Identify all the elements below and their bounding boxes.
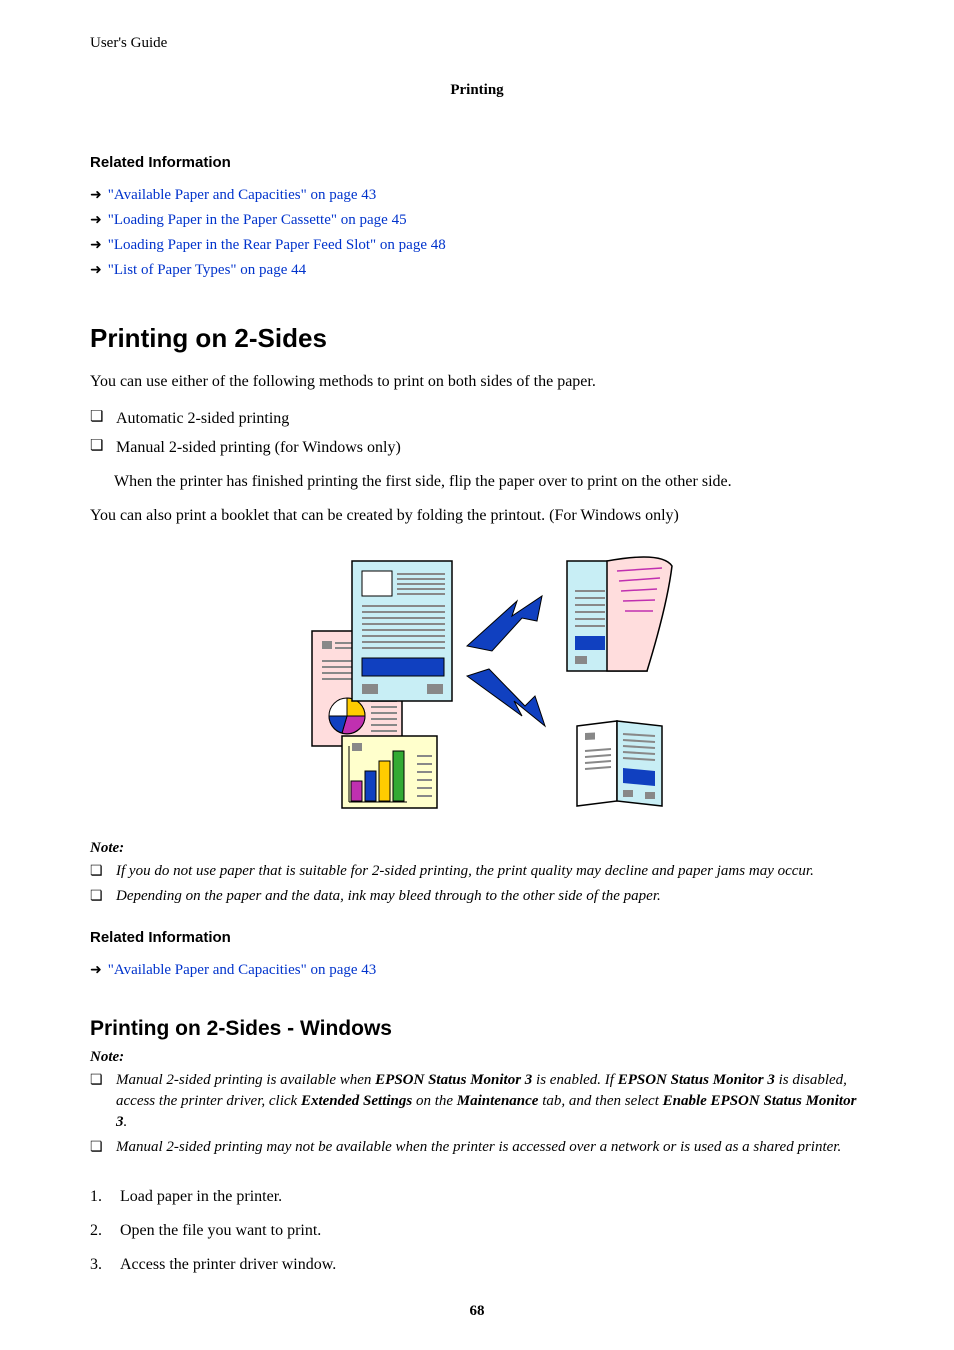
methods-list: Automatic 2-sided printing Manual 2-side… <box>90 404 864 462</box>
link-loading-rear-slot[interactable]: "Loading Paper in the Rear Paper Feed Sl… <box>90 233 864 258</box>
method-automatic: Automatic 2-sided printing <box>90 404 864 433</box>
note-heading-2: Note: <box>90 1049 864 1066</box>
note-item-status-monitor: Manual 2-sided printing is available whe… <box>90 1068 864 1135</box>
related-information-heading: Related Information <box>90 154 864 171</box>
related-information-heading-2: Related Information <box>90 929 864 946</box>
header-guide-title: User's Guide <box>90 35 864 52</box>
heading-printing-2-sides-windows: Printing on 2-Sides - Windows <box>90 1017 864 1041</box>
step-load-paper: Load paper in the printer. <box>90 1180 864 1214</box>
note-item-quality: If you do not use paper that is suitable… <box>90 859 864 884</box>
note-list-2: Manual 2-sided printing is available whe… <box>90 1068 864 1160</box>
two-sided-printing-figure <box>267 546 687 816</box>
note-item-network: Manual 2-sided printing may not be avail… <box>90 1135 864 1160</box>
header-section-title: Printing <box>90 82 864 99</box>
link-available-paper[interactable]: "Available Paper and Capacities" on page… <box>90 183 864 208</box>
steps-list: Load paper in the printer. Open the file… <box>90 1180 864 1282</box>
heading-printing-2-sides: Printing on 2-Sides <box>90 323 864 354</box>
note-item-bleed: Depending on the paper and the data, ink… <box>90 884 864 909</box>
intro-paragraph: You can use either of the following meth… <box>90 370 864 394</box>
step-open-file: Open the file you want to print. <box>90 1214 864 1248</box>
related-links-list-2: "Available Paper and Capacities" on page… <box>90 958 864 983</box>
booklet-text: You can also print a booklet that can be… <box>90 504 864 528</box>
manual-subtext: When the printer has finished printing t… <box>114 470 864 494</box>
link-paper-types[interactable]: "List of Paper Types" on page 44 <box>90 258 864 283</box>
related-links-list-1: "Available Paper and Capacities" on page… <box>90 183 864 283</box>
link-loading-cassette[interactable]: "Loading Paper in the Paper Cassette" on… <box>90 208 864 233</box>
method-manual: Manual 2-sided printing (for Windows onl… <box>90 433 864 462</box>
step-access-driver: Access the printer driver window. <box>90 1248 864 1282</box>
note-heading-1: Note: <box>90 840 864 857</box>
link-available-paper-2[interactable]: "Available Paper and Capacities" on page… <box>90 958 864 983</box>
note-list-1: If you do not use paper that is suitable… <box>90 859 864 909</box>
page-number: 68 <box>0 1303 954 1320</box>
